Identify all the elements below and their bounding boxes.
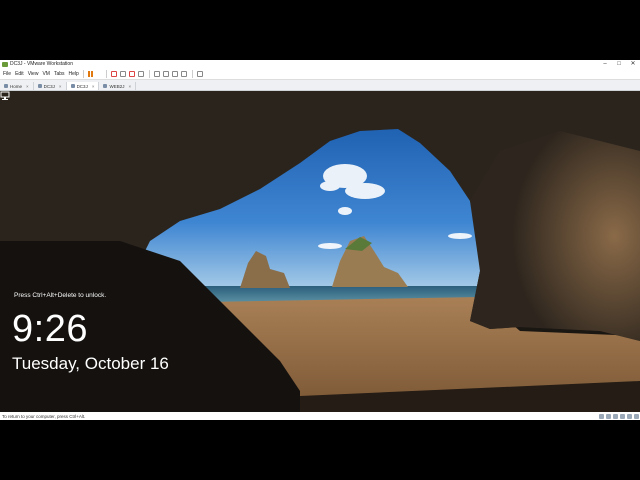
tab-label: Home [10, 83, 23, 89]
library-icon[interactable] [154, 70, 161, 77]
close-icon[interactable]: × [59, 84, 62, 89]
close-icon[interactable]: × [128, 84, 131, 89]
menu-view[interactable]: View [28, 71, 39, 77]
cd-dvd-icon[interactable] [606, 413, 611, 419]
hard-disk-icon[interactable] [599, 413, 604, 419]
unity-icon[interactable] [172, 70, 179, 77]
tab-label: DC3J [43, 83, 55, 89]
display-icon[interactable] [634, 413, 639, 419]
home-icon [4, 84, 8, 88]
tab-dc3j-active[interactable]: DC3J × [66, 82, 100, 90]
network-icon[interactable] [0, 91, 10, 101]
maximize-button[interactable]: □ [612, 60, 626, 68]
menu-file[interactable]: File [3, 71, 11, 77]
close-icon[interactable]: × [26, 84, 29, 89]
vm-console-screen[interactable]: Press Ctrl+Alt+Delete to unlock. 9:26 Tu… [0, 91, 640, 412]
snapshot-icon[interactable] [120, 70, 127, 77]
vmware-window: DC3J - VMware Workstation – □ ✕ File Edi… [0, 60, 640, 420]
revert-snapshot-icon[interactable] [129, 70, 136, 77]
vm-icon [70, 84, 75, 88]
close-button[interactable]: ✕ [626, 60, 640, 68]
status-bar: To return to your computer, press Ctrl+A… [0, 412, 640, 420]
tab-bar: Home × DC3J × DC3J × WEB2J × [0, 80, 640, 91]
vm-icon [37, 84, 42, 88]
menu-edit[interactable]: Edit [15, 71, 24, 77]
sound-icon[interactable] [627, 413, 632, 419]
unlock-hint: Press Ctrl+Alt+Delete to unlock. [14, 292, 107, 299]
minimize-button[interactable]: – [598, 60, 612, 68]
vmware-app-icon [2, 61, 8, 67]
lockscreen-date: Tuesday, October 16 [12, 354, 169, 373]
tab-home[interactable]: Home × [0, 82, 34, 90]
vm-icon [103, 84, 108, 88]
tab-label: WEB2J [109, 83, 125, 89]
menu-tabs[interactable]: Tabs [54, 71, 65, 77]
dropdown-icon[interactable] [97, 71, 101, 77]
send-ctrl-alt-del-icon[interactable] [111, 70, 118, 77]
toolbar-separator [148, 69, 150, 78]
network-adapter-icon[interactable] [613, 413, 618, 419]
title-bar: DC3J - VMware Workstation – □ ✕ [0, 60, 640, 68]
lockscreen-clock: 9:26 [12, 308, 88, 350]
status-text: To return to your computer, press Ctrl+A… [2, 413, 86, 419]
console-view-icon[interactable] [197, 70, 204, 77]
toolbar-separator [105, 69, 107, 78]
tab-dc3j[interactable]: DC3J × [34, 82, 67, 90]
toolbar-separator [82, 69, 84, 78]
window-title: DC3J - VMware Workstation [10, 61, 73, 67]
close-icon[interactable]: × [92, 84, 95, 89]
pause-icon[interactable] [88, 70, 94, 77]
tab-web2j[interactable]: WEB2J × [99, 82, 137, 90]
usb-icon[interactable] [620, 413, 625, 419]
tab-label: DC3J [76, 83, 88, 89]
menu-vm[interactable]: VM [42, 71, 50, 77]
toolbar-separator [191, 69, 193, 78]
thumbnail-icon[interactable] [163, 70, 170, 77]
menu-bar: File Edit View VM Tabs Help [0, 68, 640, 80]
full-screen-icon[interactable] [181, 70, 188, 77]
menu-help[interactable]: Help [69, 71, 79, 77]
snapshot-manager-icon[interactable] [138, 70, 145, 77]
